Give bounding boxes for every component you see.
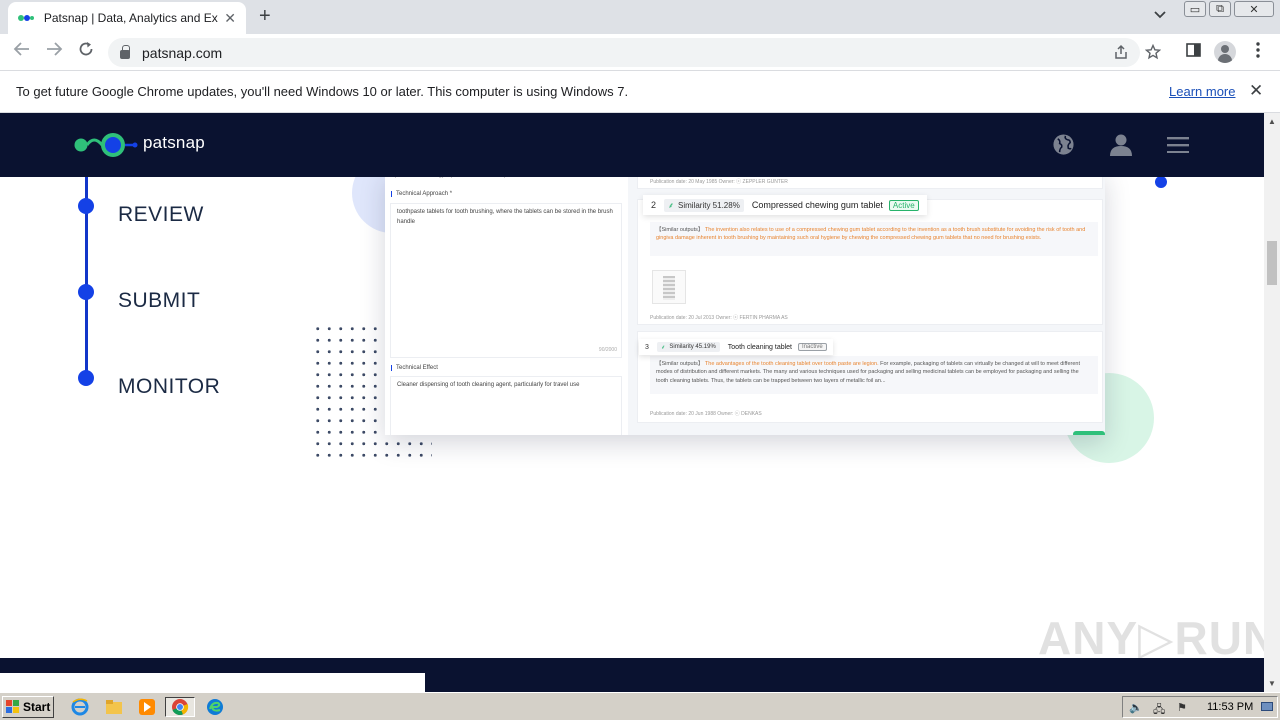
page-viewport: patsnap REVIEW SUBMIT MONITOR patents fo… bbox=[0, 113, 1264, 692]
reload-icon[interactable] bbox=[78, 41, 94, 62]
technical-effect-text: Cleaner dispensing of tooth cleaning age… bbox=[397, 382, 580, 388]
start-label: Start bbox=[23, 700, 51, 714]
result-2-status-badge: Active bbox=[888, 199, 919, 211]
result-2-text: The invention also relates to use of a c… bbox=[656, 227, 1086, 242]
technical-approach-label: Technical Approach * bbox=[391, 191, 452, 197]
address-bar[interactable]: patsnap.com bbox=[108, 38, 1162, 67]
result-3-title[interactable]: Tooth cleaning tablet bbox=[728, 344, 792, 351]
update-infobar: To get future Google Chrome updates, you… bbox=[0, 71, 1280, 113]
char-count: 90/2000 bbox=[598, 347, 617, 353]
result-3-status-badge: Inactive bbox=[798, 343, 827, 351]
result-2-header[interactable]: 2 ⸙ Similarity 51.28% Compressed chewing … bbox=[643, 195, 927, 215]
tab-title: Patsnap | Data, Analytics and Exper bbox=[43, 11, 219, 25]
tab-close-icon[interactable]: ✕ bbox=[224, 10, 236, 27]
patsnap-logo-icon[interactable] bbox=[72, 131, 138, 159]
technical-approach-text: toothpaste tablets for tooth brushing, w… bbox=[397, 209, 613, 225]
technical-effect-field[interactable]: Cleaner dispensing of tooth cleaning age… bbox=[390, 376, 622, 435]
restore-button[interactable]: ⧉ bbox=[1209, 1, 1231, 17]
result-card-2[interactable]: 【Similar outputs】 The invention also rel… bbox=[637, 199, 1103, 325]
technical-approach-field[interactable]: toothpaste tablets for tooth brushing, w… bbox=[390, 203, 622, 358]
globe-icon[interactable] bbox=[1052, 133, 1075, 161]
bookmark-star-icon[interactable] bbox=[1144, 43, 1162, 64]
windows-flag-icon bbox=[6, 700, 20, 714]
scroll-down-icon[interactable]: ▼ bbox=[1268, 679, 1276, 688]
brand-name[interactable]: patsnap bbox=[143, 133, 205, 153]
browser-tab[interactable]: Patsnap | Data, Analytics and Exper ✕ bbox=[8, 2, 246, 34]
scrollbar-thumb[interactable] bbox=[1267, 241, 1277, 285]
result-3-meta: Publication date: 20 Jun 1988 Owner: ⓒ D… bbox=[650, 411, 762, 417]
site-header: patsnap bbox=[0, 113, 1264, 177]
system-tray: 🔈 🖧 ⚑ 11:53 PM bbox=[1122, 696, 1278, 718]
result-2-snippet: 【Similar outputs】 The invention also rel… bbox=[650, 222, 1098, 256]
patsnap-favicon-icon bbox=[18, 13, 36, 23]
result-3-snippet: 【Similar outputs】 The advantages of the … bbox=[650, 356, 1098, 394]
windows-taskbar: Start 🔈 🖧 ⚑ 11:53 PM bbox=[0, 692, 1280, 720]
learn-more-link[interactable]: Learn more bbox=[1169, 84, 1235, 99]
green-progress-bar bbox=[1073, 431, 1105, 435]
start-button[interactable]: Start bbox=[2, 696, 54, 718]
action-center-flag-icon[interactable]: ⚑ bbox=[1177, 701, 1187, 714]
profile-avatar-icon[interactable] bbox=[1214, 41, 1236, 63]
ie-icon[interactable] bbox=[70, 697, 90, 717]
result-3-text-highlight: The advantages of the tooth cleaning tab… bbox=[704, 361, 879, 367]
result-3-key: 【Similar outputs】 bbox=[656, 361, 704, 367]
result-2-key: 【Similar outputs】 bbox=[656, 227, 704, 233]
chrome-icon[interactable] bbox=[165, 697, 195, 717]
result-3-number: 3 bbox=[645, 343, 649, 351]
timeline-label-submit[interactable]: SUBMIT bbox=[118, 289, 200, 313]
result-2-number: 2 bbox=[651, 200, 657, 210]
leaf-icon: ⸙ bbox=[668, 200, 675, 210]
result-3-similarity: ⸙ Similarity 45.19% bbox=[656, 342, 720, 352]
user-icon[interactable] bbox=[1110, 134, 1132, 161]
result-2-meta: Publication date: 20 Jul 2013 Owner: ⓒ F… bbox=[650, 315, 788, 321]
show-desktop-icon[interactable] bbox=[1261, 702, 1273, 715]
anyrun-watermark: ANY▷RUN bbox=[1038, 612, 1264, 664]
network-icon[interactable]: 🖧 bbox=[1153, 701, 1165, 720]
leaf-icon: ⸙ bbox=[660, 345, 666, 351]
result-2-similarity: ⸙ Similarity 51.28% bbox=[664, 198, 744, 212]
infobar-message: To get future Google Chrome updates, you… bbox=[16, 84, 629, 99]
media-player-icon[interactable] bbox=[137, 697, 157, 717]
vertical-scrollbar[interactable]: ▲ ▼ bbox=[1264, 113, 1280, 692]
new-tab-button[interactable]: + bbox=[259, 5, 271, 28]
timeline-label-review[interactable]: REVIEW bbox=[118, 203, 204, 227]
result-3-header[interactable]: 3 ⸙ Similarity 45.19% Tooth cleaning tabl… bbox=[639, 339, 833, 355]
decorative-blue-dot bbox=[1155, 176, 1167, 188]
share-icon[interactable] bbox=[1113, 44, 1129, 64]
result-2-title[interactable]: Compressed chewing gum tablet bbox=[752, 200, 883, 210]
lock-icon bbox=[120, 45, 130, 59]
minimize-button[interactable]: ▭ bbox=[1184, 1, 1206, 17]
result-1-meta: Publication date: 20 May 1985 Owner: ⓒ Z… bbox=[650, 179, 788, 185]
clock[interactable]: 11:53 PM bbox=[1207, 701, 1253, 713]
result-2-thumbnail[interactable] bbox=[652, 270, 686, 304]
side-panel-icon[interactable] bbox=[1186, 43, 1201, 60]
timeline-label-monitor[interactable]: MONITOR bbox=[118, 375, 220, 399]
product-screenshot: patents for technology implementation vi… bbox=[385, 171, 1105, 435]
tab-search-chevron-icon[interactable] bbox=[1154, 8, 1166, 22]
volume-icon[interactable]: 🔈 bbox=[1129, 701, 1143, 714]
browser-tab-strip: Patsnap | Data, Analytics and Exper ✕ + … bbox=[0, 0, 1280, 34]
screen: Patsnap | Data, Analytics and Exper ✕ + … bbox=[0, 0, 1280, 720]
explorer-icon[interactable] bbox=[104, 697, 124, 717]
close-window-button[interactable]: ✕ bbox=[1234, 1, 1274, 17]
url-text: patsnap.com bbox=[142, 44, 223, 61]
forward-arrow-icon[interactable] bbox=[45, 41, 63, 62]
menu-icon[interactable] bbox=[1167, 137, 1189, 158]
chrome-menu-icon[interactable] bbox=[1256, 42, 1260, 61]
technical-effect-label: Technical Effect bbox=[391, 365, 438, 371]
infobar-close-icon[interactable]: ✕ bbox=[1249, 81, 1263, 101]
edge-icon[interactable] bbox=[205, 697, 225, 717]
timeline-dot-monitor bbox=[78, 370, 94, 386]
footer-white-block bbox=[0, 673, 425, 692]
timeline-dot-submit bbox=[78, 284, 94, 300]
scroll-up-icon[interactable]: ▲ bbox=[1268, 117, 1276, 126]
input-panel: patents for technology implementation vi… bbox=[385, 171, 628, 435]
back-arrow-icon[interactable] bbox=[13, 41, 31, 62]
timeline-dot-review bbox=[78, 198, 94, 214]
browser-toolbar: patsnap.com bbox=[0, 34, 1280, 71]
